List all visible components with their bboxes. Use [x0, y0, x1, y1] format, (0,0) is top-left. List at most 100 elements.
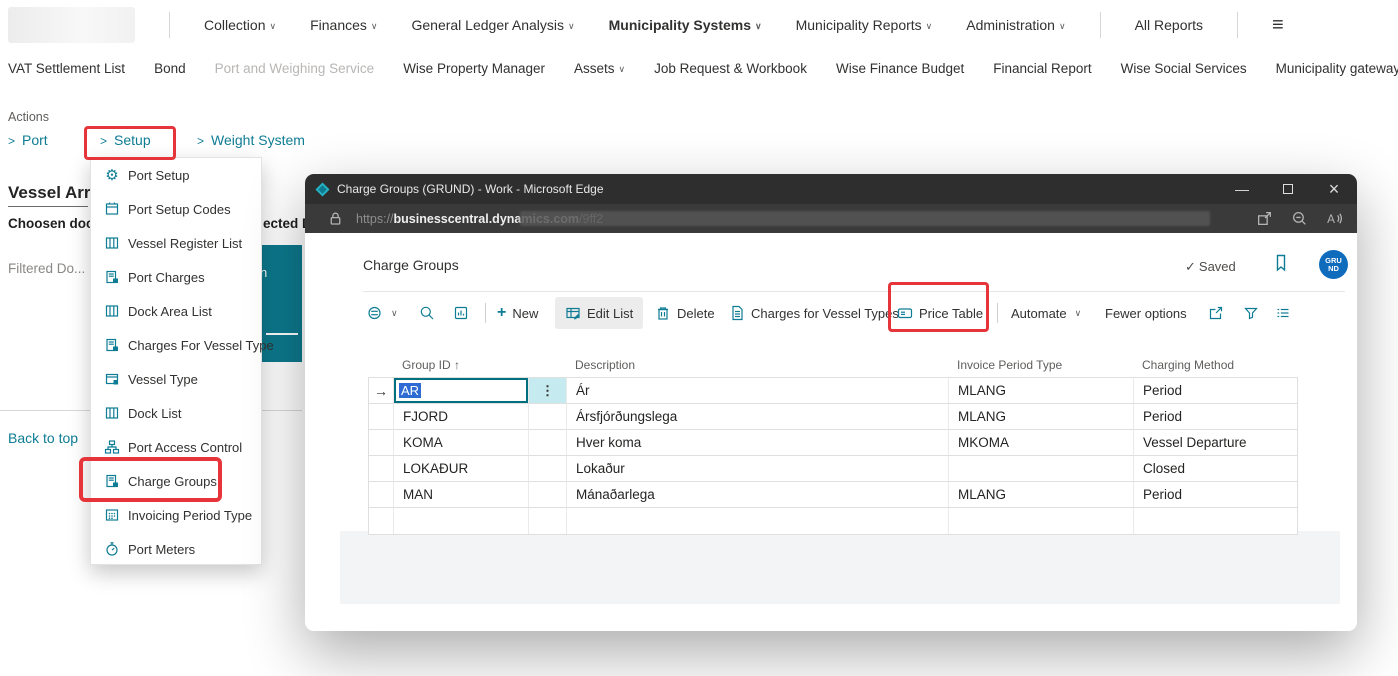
- table-row[interactable]: MAN Mánaðarlega MLANG Period: [369, 482, 1297, 508]
- maximize-button[interactable]: [1265, 174, 1311, 204]
- nav-item-municipality-systems[interactable]: Municipality Systems∨: [609, 17, 762, 33]
- analyze-button[interactable]: [453, 297, 469, 329]
- subnav-municipality-gateway[interactable]: Municipality gateway: [1276, 61, 1398, 76]
- filter-button[interactable]: [1243, 297, 1259, 329]
- subnav-job-request-workbook[interactable]: Job Request & Workbook: [654, 61, 807, 76]
- subnav-financial-report[interactable]: Financial Report: [993, 61, 1091, 76]
- column-header-invoice-period-type[interactable]: Invoice Period Type: [948, 352, 1133, 377]
- edit-list-button[interactable]: Edit List: [555, 297, 643, 329]
- row-ellipsis-menu[interactable]: ⋮: [529, 378, 567, 404]
- table-row[interactable]: LOKAÐUR Lokaður Closed: [369, 456, 1297, 482]
- table-row[interactable]: KOMA Hver koma MKOMA Vessel Departure: [369, 430, 1297, 456]
- nav-item-municipality-reports[interactable]: Municipality Reports∨: [796, 17, 933, 33]
- charging-method-cell[interactable]: Period: [1134, 482, 1298, 508]
- menu-item-dock-list[interactable]: Dock List: [91, 396, 261, 430]
- invoice-period-type-cell[interactable]: [949, 456, 1134, 482]
- window-titlebar[interactable]: Charge Groups (GRUND) - Work - Microsoft…: [305, 174, 1357, 204]
- subnav-assets[interactable]: Assets∨: [574, 61, 625, 76]
- group-id-cell[interactable]: FJORD: [394, 404, 529, 430]
- charges-for-vessel-types-button[interactable]: Charges for Vessel Types: [729, 297, 899, 329]
- column-header-group-id[interactable]: Group ID ↑: [393, 352, 528, 377]
- menu-item-vessel-register-list[interactable]: Vessel Register List: [91, 226, 261, 260]
- row-ellipsis-cell[interactable]: [529, 508, 567, 534]
- subnav-wise-property-manager[interactable]: Wise Property Manager: [403, 61, 545, 76]
- subnav-port-and-weighing-service[interactable]: Port and Weighing Service: [215, 61, 375, 76]
- close-button[interactable]: ×: [1311, 174, 1357, 204]
- address-bar[interactable]: https://businesscentral.dynamics.com/9ff…: [305, 204, 1357, 233]
- hamburger-menu-icon[interactable]: ≡: [1272, 14, 1284, 37]
- back-to-top-link[interactable]: Back to top: [8, 430, 78, 446]
- nav-item-administration[interactable]: Administration∨: [966, 17, 1065, 33]
- row-selector-cell[interactable]: [369, 404, 394, 430]
- description-cell[interactable]: [567, 508, 949, 534]
- charging-method-cell[interactable]: Period: [1134, 404, 1298, 430]
- subnav-wise-finance-budget[interactable]: Wise Finance Budget: [836, 61, 964, 76]
- menu-item-vessel-type[interactable]: Vessel Type: [91, 362, 261, 396]
- cell-input[interactable]: AR: [394, 378, 528, 403]
- menu-item-port-meters[interactable]: Port Meters: [91, 532, 261, 566]
- charging-method-cell[interactable]: Closed: [1134, 456, 1298, 482]
- row-ellipsis-cell[interactable]: [529, 456, 567, 482]
- automate-button[interactable]: Automate∨: [1011, 297, 1081, 329]
- menu-item-dock-area-list[interactable]: Dock Area List: [91, 294, 261, 328]
- description-cell[interactable]: Ár: [567, 378, 949, 404]
- row-selector-cell[interactable]: [369, 430, 394, 456]
- nav-item-collection[interactable]: Collection∨: [204, 17, 276, 33]
- menu-item-invoicing-period-type[interactable]: Invoicing Period Type: [91, 498, 261, 532]
- read-aloud-icon[interactable]: A: [1326, 210, 1343, 227]
- table-row[interactable]: FJORD Ársfjórðungslega MLANG Period: [369, 404, 1297, 430]
- invoice-period-type-cell[interactable]: MLANG: [949, 404, 1134, 430]
- group-id-cell[interactable]: KOMA: [394, 430, 529, 456]
- row-selector-cell[interactable]: [369, 508, 394, 534]
- nav-item-finances[interactable]: Finances∨: [310, 17, 377, 33]
- menu-item-charges-for-vessel-type[interactable]: Charges For Vessel Type: [91, 328, 261, 362]
- group-id-cell[interactable]: [394, 508, 529, 534]
- views-button[interactable]: ∨: [367, 297, 398, 329]
- row-selector-cell[interactable]: [369, 482, 394, 508]
- bookmark-icon[interactable]: [1273, 254, 1289, 272]
- row-ellipsis-cell[interactable]: [529, 482, 567, 508]
- group-id-cell-editing[interactable]: AR: [394, 378, 529, 404]
- invoice-period-type-cell[interactable]: MKOMA: [949, 430, 1134, 456]
- new-button[interactable]: +New: [497, 297, 538, 329]
- nav-item-all-reports[interactable]: All Reports: [1135, 17, 1203, 33]
- zoom-out-icon[interactable]: [1291, 210, 1308, 227]
- action-link-port[interactable]: >Port: [8, 132, 48, 148]
- row-ellipsis-cell[interactable]: [529, 404, 567, 430]
- delete-button[interactable]: Delete: [655, 297, 715, 329]
- charging-method-cell[interactable]: Period: [1134, 378, 1298, 404]
- row-selector-cell[interactable]: [369, 456, 394, 482]
- invoice-period-type-cell[interactable]: MLANG: [949, 378, 1134, 404]
- table-row-empty[interactable]: [369, 508, 1297, 534]
- menu-item-port-setup-codes[interactable]: Port Setup Codes: [91, 192, 261, 226]
- menu-item-port-charges[interactable]: Port Charges: [91, 260, 261, 294]
- menu-item-charge-groups[interactable]: Charge Groups: [91, 464, 261, 498]
- charging-method-cell[interactable]: [1134, 508, 1298, 534]
- table-row-selected[interactable]: → AR ⋮ Ár MLANG Period: [369, 378, 1297, 404]
- company-avatar[interactable]: GRUND: [1319, 250, 1348, 279]
- search-button[interactable]: [419, 297, 435, 329]
- fewer-options-button[interactable]: Fewer options: [1105, 297, 1187, 329]
- menu-item-port-setup[interactable]: ⚙Port Setup: [91, 158, 261, 192]
- invoice-period-type-cell[interactable]: MLANG: [949, 482, 1134, 508]
- charging-method-cell[interactable]: Vessel Departure: [1134, 430, 1298, 456]
- share-button[interactable]: [1208, 297, 1224, 329]
- description-cell[interactable]: Hver koma: [567, 430, 949, 456]
- menu-item-port-access-control[interactable]: Port Access Control: [91, 430, 261, 464]
- minimize-button[interactable]: —: [1219, 174, 1265, 204]
- open-external-icon[interactable]: [1256, 210, 1273, 227]
- description-cell[interactable]: Mánaðarlega: [567, 482, 949, 508]
- subnav-bond[interactable]: Bond: [154, 61, 186, 76]
- description-cell[interactable]: Ársfjórðungslega: [567, 404, 949, 430]
- group-id-cell[interactable]: LOKAÐUR: [394, 456, 529, 482]
- invoice-period-type-cell[interactable]: [949, 508, 1134, 534]
- description-cell[interactable]: Lokaður: [567, 456, 949, 482]
- nav-item-general-ledger-analysis[interactable]: General Ledger Analysis∨: [411, 17, 574, 33]
- action-link-setup[interactable]: >Setup: [100, 132, 151, 148]
- list-options-button[interactable]: [1275, 297, 1291, 329]
- price-table-button[interactable]: Price Table: [897, 297, 983, 329]
- column-header-charging-method[interactable]: Charging Method: [1133, 352, 1297, 377]
- subnav-wise-social-services[interactable]: Wise Social Services: [1121, 61, 1247, 76]
- subnav-vat-settlement-list[interactable]: VAT Settlement List: [8, 61, 125, 76]
- action-link-weight-system[interactable]: >Weight System: [197, 132, 305, 148]
